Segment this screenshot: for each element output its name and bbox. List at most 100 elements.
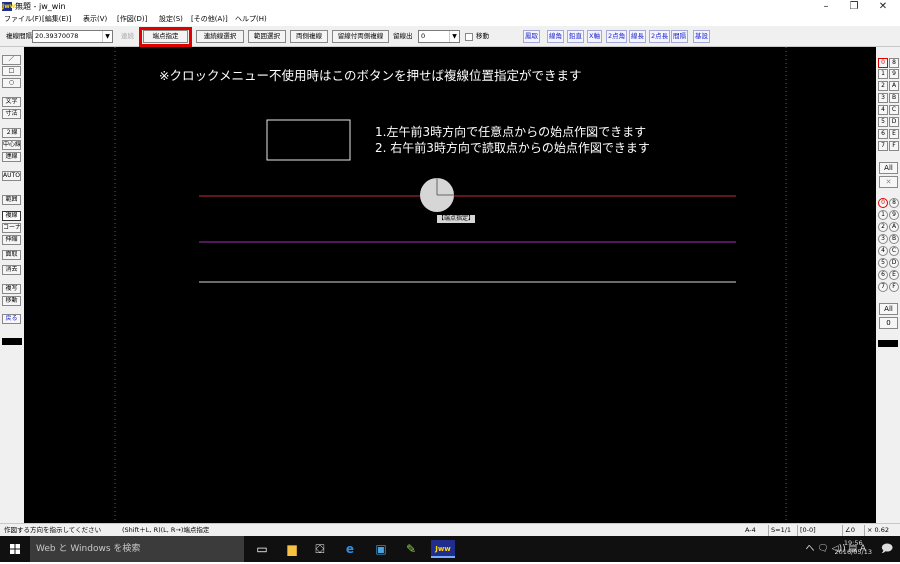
continuous-select-button[interactable]: 連続線選択 [196,30,244,43]
chevron-down-icon[interactable]: ▼ [449,31,459,42]
layer-group-button[interactable]: C [889,105,899,115]
tome-both-button[interactable]: 留線付両側複線 [332,30,389,43]
tool-auto[interactable]: AUTO [2,171,21,181]
tool-chamfer[interactable]: 面取 [2,250,21,260]
move-checkbox[interactable] [465,33,473,41]
menu-settings[interactable]: 設定(S) [159,13,183,25]
layer-button[interactable]: 5 [878,258,888,268]
layer-group-all-button[interactable]: All [879,162,898,174]
store-icon[interactable]: ⛋ [311,540,329,558]
link-two-point-length[interactable]: 2点長 [649,30,671,43]
layer-button[interactable]: 7 [878,282,888,292]
tome-out-combo[interactable]: 0 ▼ [418,30,460,43]
task-view-icon[interactable]: ▭ [253,540,271,558]
menu-view[interactable]: 表示(V) [83,13,107,25]
layer-all-button[interactable]: All [879,303,898,315]
edge-icon[interactable]: e [341,540,359,558]
spacing-combo[interactable]: 20.39370078 ▼ [32,30,113,43]
close-button[interactable]: ✕ [869,0,897,13]
layer-group-button[interactable]: A [889,81,899,91]
both-sides-button[interactable]: 両側複線 [290,30,328,43]
tool-rectangle[interactable]: □ [2,66,21,76]
tool-connect[interactable]: 連線 [2,152,21,162]
close-icon[interactable]: ✕ [879,176,898,188]
notification-icon[interactable]: 🗩 [878,540,896,558]
layer-button[interactable]: 1 [878,210,888,220]
tool-extend[interactable]: 伸縮 [2,235,21,245]
menu-help[interactable]: ヘルプ(H) [235,13,267,25]
search-box[interactable]: Web と Windows を検索 [30,536,244,562]
tool-corner[interactable]: コーナー [2,223,21,233]
layer-group-button[interactable]: 6 [878,129,888,139]
tool-double-line[interactable]: ２線 [2,128,21,138]
file-explorer-icon[interactable]: ▆ [283,540,301,558]
link-enchoku[interactable]: 鉛直 [567,30,584,43]
scale[interactable]: S=1/1 [768,525,791,536]
tool-dimension[interactable]: 寸法 [2,109,21,119]
tool-circle[interactable]: ○ [2,78,21,88]
paper-size[interactable]: A-4 [745,525,756,536]
layer-group-button[interactable]: F [889,141,899,151]
layer-group-button[interactable]: 3 [878,93,888,103]
color-swatch[interactable] [878,337,898,347]
layer-button[interactable]: 3 [878,234,888,244]
link-torihou[interactable]: 鳳取 [523,30,540,43]
link-spacing[interactable]: 間隔 [671,30,688,43]
tool-text[interactable]: 文字 [2,97,21,107]
layer-group-button[interactable]: 5 [878,117,888,127]
link-senkaku[interactable]: 線角 [547,30,564,43]
menu-other[interactable]: [その他(A)] [191,13,228,25]
layer-button[interactable]: 9 [889,210,899,220]
tool-center-line[interactable]: 中心線 [2,140,21,150]
windows-start-icon[interactable] [0,536,30,562]
jww-taskbar-icon[interactable]: Jww [431,540,455,558]
menu-file[interactable]: ファイル(F) [4,13,42,25]
layer-button[interactable]: A [889,222,899,232]
restore-button[interactable]: ❐ [840,0,868,13]
angle-indicator[interactable]: ∠0 [842,525,855,536]
app-icon-tray[interactable]: ✎ [402,540,420,558]
layer-group-button[interactable]: B [889,93,899,103]
clock[interactable]: 19:56 2016/05/13 [835,539,872,557]
line-style-swatch[interactable] [2,335,22,345]
minimize-button[interactable]: – [812,0,840,13]
zoom-indicator[interactable]: × 0.62 [864,525,889,536]
layer-button[interactable]: 2 [878,222,888,232]
tool-offset-line[interactable]: 複線 [2,211,21,221]
layer-button[interactable]: C [889,246,899,256]
layer-group-button[interactable]: 1 [878,69,888,79]
tool-range[interactable]: 範囲 [2,195,21,205]
media-icon[interactable]: ▣ [372,540,390,558]
layer-group-button[interactable]: 7 [878,141,888,151]
layer-group-button[interactable]: 8 [889,58,899,68]
chevron-down-icon[interactable]: ▼ [102,31,112,42]
menu-draw[interactable]: [作図(D)] [117,13,147,25]
layer-button[interactable]: D [889,258,899,268]
link-line-length[interactable]: 線長 [629,30,646,43]
link-x-axis[interactable]: X軸 [587,30,602,43]
layer-group-button[interactable]: D [889,117,899,127]
layer-button[interactable]: E [889,270,899,280]
tool-move[interactable]: 移動 [2,296,21,306]
layer-button[interactable]: B [889,234,899,244]
layer-button[interactable]: 0 [878,198,888,208]
tool-erase[interactable]: 消去 [2,265,21,275]
layer-group-button[interactable]: 0 [878,58,888,68]
layer-zero-button[interactable]: 0 [879,317,898,329]
drawing-canvas[interactable]: ※クロックメニュー不使用時はこのボタンを押せば複線位置指定ができます 1.左午前… [24,47,876,523]
layer-button[interactable]: 4 [878,246,888,256]
tool-line[interactable]: ／ [2,55,21,65]
layer-group-button[interactable]: E [889,129,899,139]
menu-edit[interactable]: [編集(E)] [42,13,71,25]
layer-button[interactable]: 8 [889,198,899,208]
layer-indicator[interactable]: [0-0] [797,525,816,536]
renzoku-button[interactable]: 連続 [121,30,134,43]
range-select-button[interactable]: 範囲選択 [248,30,286,43]
layer-button[interactable]: 6 [878,270,888,280]
layer-group-button[interactable]: 9 [889,69,899,79]
link-two-point-angle[interactable]: 2点角 [606,30,628,43]
link-kisetsu[interactable]: 基設 [693,30,710,43]
layer-group-button[interactable]: 2 [878,81,888,91]
tool-copy[interactable]: 複写 [2,284,21,294]
layer-button[interactable]: F [889,282,899,292]
